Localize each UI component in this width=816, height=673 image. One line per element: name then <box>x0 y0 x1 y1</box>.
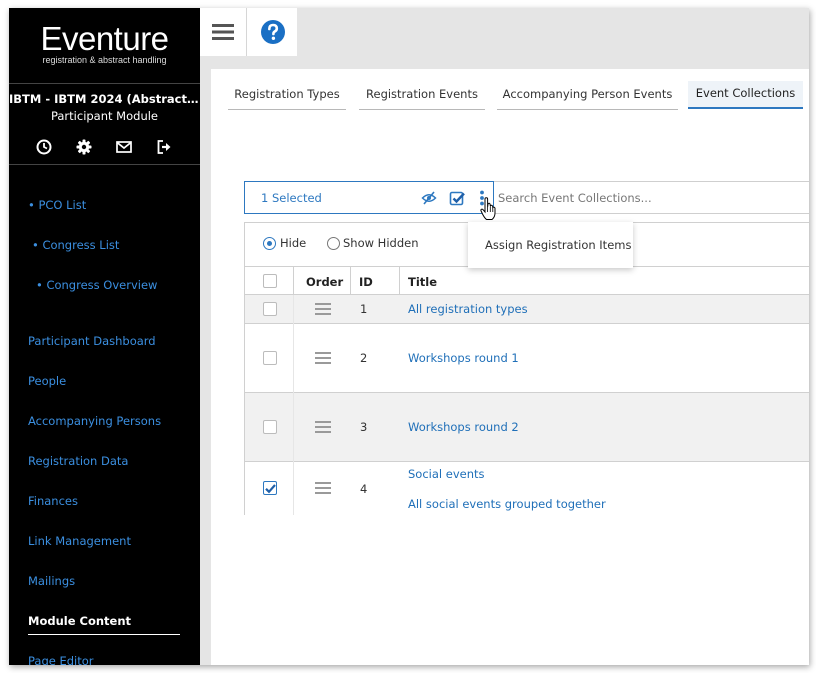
sidebar-item-pco-list[interactable]: • PCO List <box>28 198 86 212</box>
row-checkbox[interactable] <box>263 351 277 365</box>
row-description[interactable]: All social events grouped together <box>408 497 606 511</box>
hand-cursor-icon <box>480 197 496 220</box>
sidebar-item-mailings[interactable]: Mailings <box>28 574 75 588</box>
sidebar-item-congress-list[interactable]: • Congress List <box>32 238 119 252</box>
table-row[interactable]: 2 Workshops round 1 <box>245 324 809 392</box>
gear-icon[interactable] <box>75 138 93 156</box>
row-checkbox[interactable] <box>263 302 277 316</box>
sidebar-item-link-management[interactable]: Link Management <box>28 534 131 548</box>
clock-icon[interactable] <box>35 138 53 156</box>
tab-registration-events[interactable]: Registration Events <box>359 82 485 110</box>
check-square-icon[interactable] <box>449 190 465 206</box>
drag-handle-icon[interactable] <box>315 303 331 315</box>
row-id: 3 <box>360 420 368 434</box>
help-circle-icon <box>260 20 285 44</box>
menu-button[interactable] <box>200 8 246 56</box>
tab-accompanying-person-events[interactable]: Accompanying Person Events <box>497 82 678 110</box>
hide-radio-label[interactable]: Hide <box>280 236 306 250</box>
table-row[interactable]: 4 Social events All social events groupe… <box>245 462 809 515</box>
checkmark-icon <box>265 484 276 494</box>
sidebar-item-people[interactable]: People <box>28 374 66 388</box>
sidebar-item-registration-data[interactable]: Registration Data <box>28 454 128 468</box>
column-header-id[interactable]: ID <box>359 275 373 289</box>
logout-icon[interactable] <box>155 138 173 156</box>
selection-count: 1 Selected <box>261 191 322 205</box>
tab-registration-types[interactable]: Registration Types <box>228 82 346 110</box>
help-button[interactable] <box>248 8 297 56</box>
table-row[interactable]: 3 Workshops round 2 <box>245 393 809 461</box>
column-header-title[interactable]: Title <box>408 275 437 289</box>
sidebar-item-module-content[interactable]: Module Content <box>28 614 131 628</box>
eye-slash-icon[interactable] <box>421 191 437 205</box>
sidebar: Eventure registration & abstract handlin… <box>9 8 200 665</box>
column-divider <box>350 266 351 294</box>
logo-tagline: registration & abstract handling <box>42 55 167 65</box>
logo-wordmark: Eventure <box>40 20 169 57</box>
project-title: IBTM - IBTM 2024 (Abstracts & Participan… <box>9 92 200 106</box>
row-title[interactable]: All registration types <box>408 302 528 316</box>
context-menu: Assign Registration Items <box>468 222 633 268</box>
sidebar-item-accompanying-persons[interactable]: Accompanying Persons <box>28 414 161 428</box>
drag-handle-icon[interactable] <box>315 421 331 433</box>
row-id: 4 <box>360 482 368 496</box>
column-divider <box>293 266 294 294</box>
search-field <box>494 181 809 214</box>
search-input[interactable] <box>494 182 809 213</box>
sidebar-item-page-editor[interactable]: Page Editor <box>28 654 94 665</box>
row-title[interactable]: Social events <box>408 467 485 481</box>
envelope-icon[interactable] <box>115 138 133 156</box>
drag-handle-icon[interactable] <box>315 482 331 494</box>
show-hidden-radio[interactable] <box>327 237 340 250</box>
show-hidden-radio-label[interactable]: Show Hidden <box>343 236 419 250</box>
column-divider <box>399 266 400 294</box>
sidebar-item-finances[interactable]: Finances <box>28 494 78 508</box>
toolbar-separator <box>246 8 247 56</box>
logo[interactable]: Eventure registration & abstract handlin… <box>9 20 200 66</box>
sidebar-divider <box>9 83 200 84</box>
select-all-checkbox[interactable] <box>263 274 277 288</box>
main-panel: Registration Types Registration Events A… <box>211 69 809 665</box>
row-id: 1 <box>360 302 368 316</box>
table-row[interactable]: 1 All registration types <box>245 295 809 323</box>
row-checkbox[interactable] <box>263 420 277 434</box>
row-title[interactable]: Workshops round 1 <box>408 351 519 365</box>
selection-bar: 1 Selected <box>244 181 494 214</box>
hamburger-icon <box>212 24 234 40</box>
sidebar-divider <box>9 164 200 165</box>
sidebar-icon-bar <box>9 138 200 158</box>
app-window: Eventure registration & abstract handlin… <box>9 8 809 665</box>
drag-handle-icon[interactable] <box>315 352 331 364</box>
row-id: 2 <box>360 351 368 365</box>
row-checkbox[interactable] <box>263 481 277 495</box>
sidebar-item-participant-dashboard[interactable]: Participant Dashboard <box>28 334 156 348</box>
sidebar-item-congress-overview[interactable]: • Congress Overview <box>36 278 157 292</box>
menu-item-assign-registration-items[interactable]: Assign Registration Items <box>485 238 631 252</box>
tab-event-collections[interactable]: Event Collections <box>688 81 803 109</box>
hide-radio[interactable] <box>263 237 276 250</box>
top-toolbar <box>200 8 297 56</box>
column-header-order[interactable]: Order <box>306 275 343 289</box>
row-title[interactable]: Workshops round 2 <box>408 420 519 434</box>
module-title: Participant Module <box>50 109 159 123</box>
column-divider <box>293 295 294 515</box>
active-item-underline <box>28 634 180 635</box>
